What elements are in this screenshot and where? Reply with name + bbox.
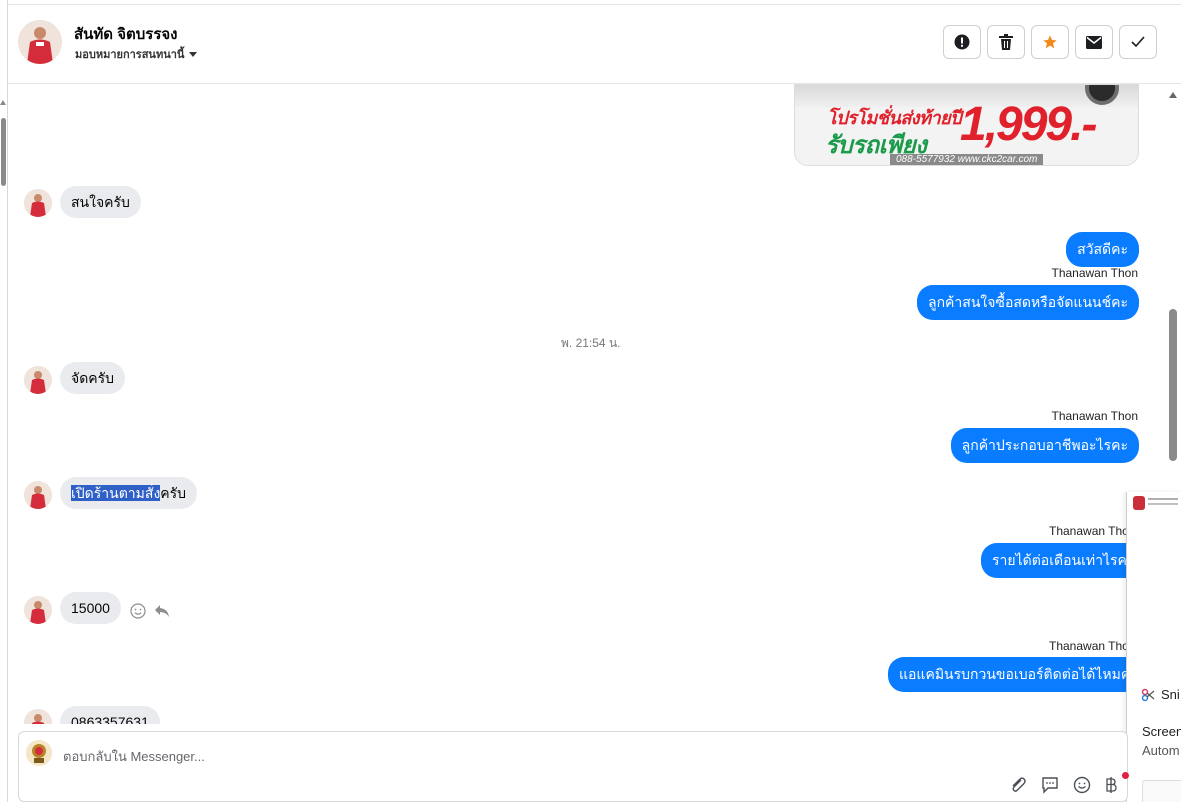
smiley-react-icon[interactable]	[130, 603, 146, 619]
incoming-message[interactable]: เปิดร้านตามสั่งครับ	[60, 477, 198, 509]
sender-avatar[interactable]	[24, 481, 52, 509]
promo-price: 1,999.-	[960, 98, 1097, 151]
contact-name: สันทัด จิตบรรจง	[74, 26, 178, 43]
snip-app-name: Sni	[1161, 687, 1180, 702]
incoming-message[interactable]: จัดครับ	[60, 362, 126, 394]
star-icon	[1043, 35, 1057, 49]
messenger-inbox-window: สันทัด จิตบรรจง มอบหมายการสนทนานี้ โปรโม…	[0, 0, 1181, 802]
person-avatar-icon	[24, 189, 52, 217]
notification-preview[interactable]	[1142, 780, 1181, 802]
message-tools	[130, 603, 170, 619]
sender-name: Thanawan Tho	[1049, 524, 1129, 538]
notification-body: Autom	[1142, 743, 1180, 758]
paperclip-icon[interactable]	[1009, 776, 1027, 794]
left-scroll-thumb[interactable]	[1, 118, 6, 186]
incoming-message[interactable]: 0863357631	[60, 706, 160, 724]
snipping-tool-icon	[1141, 688, 1155, 701]
reply-icon[interactable]	[154, 604, 170, 618]
assign-conversation-dropdown[interactable]: มอบหมายการสนทนานี้	[75, 45, 198, 63]
message-text: ครับ	[160, 485, 187, 501]
person-avatar-icon	[24, 596, 52, 624]
person-avatar-icon	[24, 709, 52, 724]
outgoing-message[interactable]: สวัสดีคะ	[1066, 232, 1139, 267]
chevron-down-icon	[189, 51, 198, 57]
snip-app-label: Sni	[1141, 687, 1180, 702]
sender-avatar[interactable]	[24, 189, 52, 217]
thumbnail-image	[1133, 496, 1145, 510]
sender-avatar[interactable]	[24, 366, 52, 394]
star-button[interactable]	[1031, 25, 1069, 59]
baht-payment-icon[interactable]	[1105, 776, 1117, 794]
left-scroll-arrow[interactable]	[0, 100, 6, 105]
person-avatar-icon	[24, 481, 52, 509]
outgoing-message[interactable]: ลูกค้าประกอบอาชีพอะไรคะ	[950, 428, 1139, 463]
emoji-icon[interactable]	[1073, 776, 1091, 794]
thumbnail-text	[1148, 498, 1178, 500]
page-logo-icon	[26, 740, 52, 766]
outgoing-message[interactable]: ลูกค้าสนใจซื้อสดหรือจัดแนนช์คะ	[917, 285, 1139, 320]
saved-replies-icon[interactable]	[1041, 776, 1059, 794]
incoming-message[interactable]: สนใจครับ	[60, 186, 141, 218]
page-avatar	[26, 740, 52, 766]
selected-text: เปิดร้านตามสั่ง	[71, 485, 161, 501]
timestamp: พ. 21:54 น.	[561, 336, 621, 350]
mark-done-button[interactable]	[1119, 25, 1157, 59]
reply-input[interactable]: ตอบกลับใน Messenger...	[63, 746, 205, 767]
left-scrollbar[interactable]	[0, 0, 8, 802]
outgoing-message[interactable]: แอแคมินรบกวนขอเบอร์ติดต่อได้ไหมคะ	[888, 657, 1149, 692]
outgoing-message[interactable]: รายได้ต่อเดือนเท่าไรคะ	[981, 543, 1146, 578]
message-thread[interactable]: โปรโมชั่นส่งท้ายปี รับรถเพียง 1,999.- 08…	[8, 84, 1165, 724]
composer-tools	[1009, 776, 1117, 794]
promo-image-attachment[interactable]: โปรโมชั่นส่งท้ายปี รับรถเพียง 1,999.- 08…	[794, 84, 1139, 166]
person-avatar-icon	[18, 20, 62, 64]
scroll-up-arrow[interactable]	[1169, 92, 1177, 98]
sender-avatar[interactable]	[24, 596, 52, 624]
check-icon	[1131, 36, 1145, 48]
header-actions	[943, 25, 1157, 59]
report-button[interactable]	[943, 25, 981, 59]
sender-avatar[interactable]	[24, 709, 52, 724]
delete-button[interactable]	[987, 25, 1025, 59]
contact-avatar[interactable]	[18, 20, 62, 64]
notification-dot	[1122, 772, 1129, 779]
incoming-message[interactable]: 15000	[60, 592, 121, 624]
envelope-icon	[1086, 35, 1102, 49]
exclamation-icon	[954, 34, 970, 50]
thread-scroll-thumb[interactable]	[1169, 309, 1177, 461]
notification-title: Screen	[1142, 724, 1181, 739]
thumbnail-text	[1148, 503, 1178, 505]
sender-name: Thanawan Thon	[1051, 409, 1138, 423]
trash-icon	[999, 34, 1013, 50]
snipping-tool-notification[interactable]: Sni Screen Autom	[1126, 492, 1181, 802]
person-avatar-icon	[24, 366, 52, 394]
reply-composer[interactable]: ตอบกลับใน Messenger...	[18, 731, 1129, 802]
conversation-header: สันทัด จิตบรรจง มอบหมายการสนทนานี้	[8, 5, 1181, 84]
assign-label: มอบหมายการสนทนานี้	[75, 49, 185, 61]
mark-unread-button[interactable]	[1075, 25, 1113, 59]
promo-contact: 088-5577932 www.ckc2car.com	[890, 154, 1044, 165]
sender-name: Thanawan Tho	[1049, 639, 1129, 653]
sender-name: Thanawan Thon	[1051, 266, 1138, 280]
